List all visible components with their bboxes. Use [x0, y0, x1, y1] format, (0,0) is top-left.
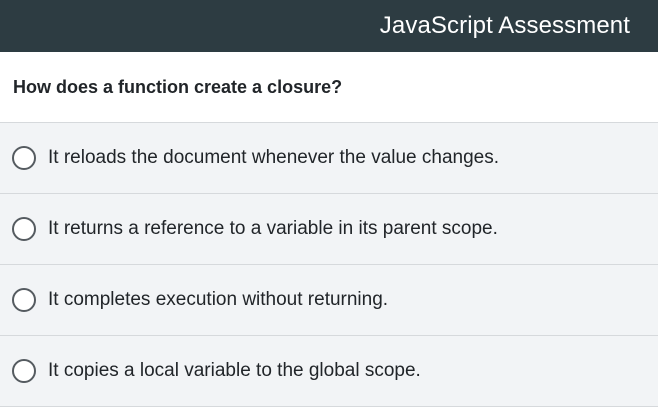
question-text: How does a function create a closure?: [13, 76, 343, 97]
radio-button-icon[interactable]: [12, 359, 36, 383]
answer-option-label: It reloads the document whenever the val…: [48, 147, 500, 168]
answer-option-2[interactable]: It returns a reference to a variable in …: [0, 194, 658, 265]
answer-option-1[interactable]: It reloads the document whenever the val…: [0, 123, 658, 194]
question-prompt: How does a function create a closure?: [0, 52, 658, 123]
answer-option-label: It copies a local variable to the global…: [48, 360, 421, 381]
answer-option-label: It completes execution without returning…: [48, 289, 389, 310]
answer-option-4[interactable]: It copies a local variable to the global…: [0, 336, 658, 407]
radio-button-icon[interactable]: [12, 217, 36, 241]
assessment-header: JavaScript Assessment: [0, 0, 658, 52]
answer-option-label: It returns a reference to a variable in …: [48, 218, 498, 239]
radio-button-icon[interactable]: [12, 288, 36, 312]
answer-options-list: It reloads the document whenever the val…: [0, 123, 658, 407]
answer-option-3[interactable]: It completes execution without returning…: [0, 265, 658, 336]
radio-button-icon[interactable]: [12, 146, 36, 170]
assessment-title: JavaScript Assessment: [379, 12, 630, 39]
